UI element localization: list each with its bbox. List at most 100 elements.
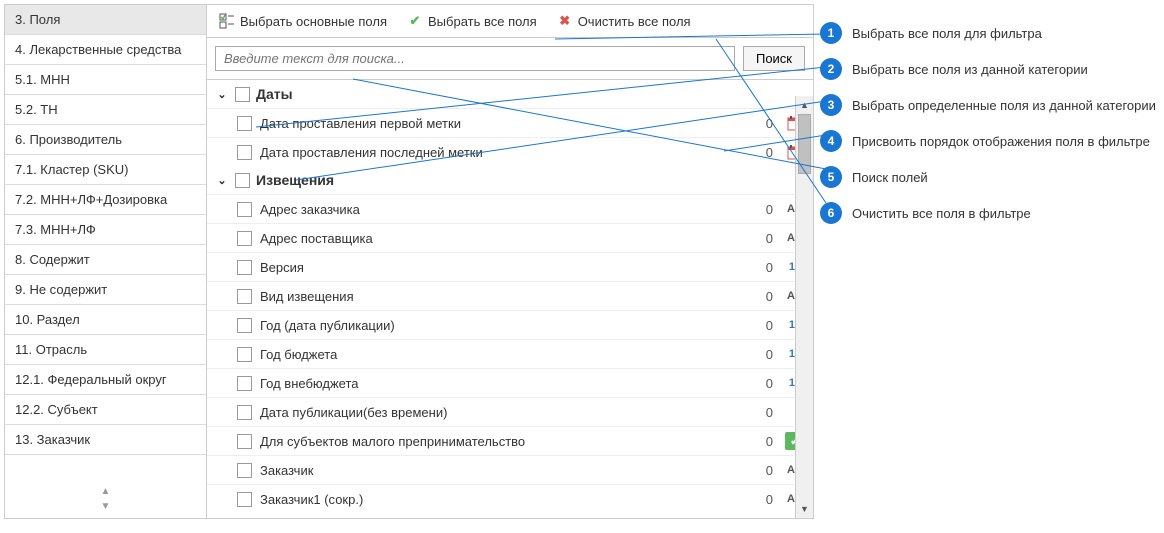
field-row[interactable]: Год (дата публикации) 0 12 (207, 310, 813, 339)
sidebar-item[interactable]: 12.1. Федеральный округ (5, 365, 206, 395)
field-checkbox[interactable] (237, 202, 252, 217)
field-row[interactable]: Год бюджета 0 12 (207, 339, 813, 368)
group-label: Извещения (256, 172, 334, 188)
group-checkbox[interactable] (235, 173, 250, 188)
annotation: 3 Выбрать определенные поля из данной ка… (820, 94, 1156, 116)
field-label: Год (дата публикации) (260, 318, 739, 333)
sidebar-item[interactable]: 7.1. Кластер (SKU) (5, 155, 206, 185)
field-checkbox[interactable] (237, 434, 252, 449)
annotation: 5 Поиск полей (820, 166, 1156, 188)
sidebar-item[interactable]: 12.2. Субъект (5, 395, 206, 425)
annotation-badge: 2 (820, 58, 842, 80)
annotation: 6 Очистить все поля в фильтре (820, 202, 1156, 224)
sidebar-item[interactable]: 5.1. МНН (5, 65, 206, 95)
annotation-badge: 1 (820, 22, 842, 44)
field-row[interactable]: Дата проставления первой метки 0 (207, 108, 813, 137)
search-input[interactable] (215, 46, 735, 71)
field-row[interactable]: Дата проставления последней метки 0 (207, 137, 813, 166)
chevron-up-icon[interactable]: ▲ (99, 484, 113, 499)
select-all-label: Выбрать все поля (428, 14, 537, 29)
field-row[interactable]: Адрес поставщика 0 AB (207, 223, 813, 252)
field-row[interactable]: Заказчик 0 AB (207, 455, 813, 484)
field-order[interactable]: 0 (747, 260, 777, 275)
field-label: Дата проставления последней метки (260, 145, 739, 160)
field-order[interactable]: 0 (747, 231, 777, 246)
scroll-thumb[interactable] (798, 114, 811, 174)
field-order[interactable]: 0 (747, 145, 777, 160)
field-order[interactable]: 0 (747, 347, 777, 362)
field-row[interactable]: Версия 0 12 (207, 252, 813, 281)
field-order[interactable]: 0 (747, 492, 777, 507)
field-order[interactable]: 0 (747, 116, 777, 131)
checklist-icon (219, 13, 235, 29)
field-checkbox[interactable] (237, 405, 252, 420)
scrollbar[interactable]: ▲ ▼ (795, 96, 813, 518)
sidebar-item[interactable]: 7.2. МНН+ЛФ+Дозировка (5, 185, 206, 215)
sidebar-item[interactable]: 5.2. ТН (5, 95, 206, 125)
field-row[interactable]: Для субъектов малого препринимательство … (207, 426, 813, 455)
annotation-text: Поиск полей (852, 170, 928, 185)
field-order[interactable]: 0 (747, 318, 777, 333)
sidebar-item[interactable]: 8. Содержит (5, 245, 206, 275)
annotation-text: Очистить все поля в фильтре (852, 206, 1031, 221)
clear-all-label: Очистить все поля (578, 14, 691, 29)
group-header[interactable]: ⌄ Даты (207, 80, 813, 108)
field-checkbox[interactable] (237, 260, 252, 275)
sidebar-item[interactable]: 9. Не содержит (5, 275, 206, 305)
clear-all-button[interactable]: ✖ Очистить все поля (553, 11, 695, 31)
field-label: Заказчик1 (сокр.) (260, 492, 739, 507)
field-order[interactable]: 0 (747, 463, 777, 478)
field-checkbox[interactable] (237, 463, 252, 478)
field-order[interactable]: 0 (747, 289, 777, 304)
field-label: Дата проставления первой метки (260, 116, 739, 131)
sidebar-item[interactable]: 3. Поля (5, 5, 206, 35)
search-button[interactable]: Поиск (743, 46, 805, 71)
field-label: Вид извещения (260, 289, 739, 304)
sidebar-item[interactable]: 11. Отрасль (5, 335, 206, 365)
sidebar: 3. Поля 4. Лекарственные средства 5.1. М… (5, 5, 207, 518)
sidebar-item[interactable]: 7.3. МНН+ЛФ (5, 215, 206, 245)
field-order[interactable]: 0 (747, 405, 777, 420)
sidebar-item[interactable]: 10. Раздел (5, 305, 206, 335)
field-row[interactable]: Вид извещения 0 AB (207, 281, 813, 310)
scroll-up-icon[interactable]: ▲ (796, 96, 813, 114)
chevron-down-icon[interactable]: ▼ (99, 499, 113, 514)
field-checkbox[interactable] (237, 492, 252, 507)
field-row[interactable]: Адрес заказчика 0 AB (207, 194, 813, 223)
field-row[interactable]: Заказчик1 (сокр.) 0 AB (207, 484, 813, 513)
field-order[interactable]: 0 (747, 434, 777, 449)
sidebar-nav: ▲ ▼ (5, 480, 206, 518)
group-header[interactable]: ⌄ Извещения (207, 166, 813, 194)
scroll-down-icon[interactable]: ▼ (796, 500, 813, 518)
field-checkbox[interactable] (237, 376, 252, 391)
field-tree: ⌄ Даты Дата проставления первой метки 0 … (207, 80, 813, 518)
field-row[interactable]: Год внебюджета 0 12 (207, 368, 813, 397)
field-order[interactable]: 0 (747, 376, 777, 391)
select-all-button[interactable]: ✔ Выбрать все поля (403, 11, 541, 31)
field-checkbox[interactable] (237, 318, 252, 333)
group-checkbox[interactable] (235, 87, 250, 102)
sidebar-item[interactable]: 13. Заказчик (5, 425, 206, 455)
annotation-text: Выбрать определенные поля из данной кате… (852, 98, 1156, 113)
field-checkbox[interactable] (237, 231, 252, 246)
annotations: 1 Выбрать все поля для фильтра2 Выбрать … (820, 22, 1156, 238)
select-main-button[interactable]: Выбрать основные поля (215, 11, 391, 31)
field-order[interactable]: 0 (747, 202, 777, 217)
sidebar-item[interactable]: 6. Производитель (5, 125, 206, 155)
chevron-down-icon[interactable]: ⌄ (215, 174, 229, 187)
group-label: Даты (256, 86, 293, 102)
chevron-down-icon[interactable]: ⌄ (215, 88, 229, 101)
field-label: Версия (260, 260, 739, 275)
checkmark-icon: ✔ (407, 13, 423, 29)
cross-icon: ✖ (557, 13, 573, 29)
field-checkbox[interactable] (237, 116, 252, 131)
field-label: Дата публикации(без времени) (260, 405, 739, 420)
sidebar-item[interactable]: 4. Лекарственные средства (5, 35, 206, 65)
field-checkbox[interactable] (237, 289, 252, 304)
field-row[interactable]: Дата публикации(без времени) 0 (207, 397, 813, 426)
main-panel: Выбрать основные поля ✔ Выбрать все поля… (207, 5, 813, 518)
search-bar: Поиск (207, 38, 813, 80)
field-checkbox[interactable] (237, 145, 252, 160)
field-checkbox[interactable] (237, 347, 252, 362)
annotation-badge: 6 (820, 202, 842, 224)
